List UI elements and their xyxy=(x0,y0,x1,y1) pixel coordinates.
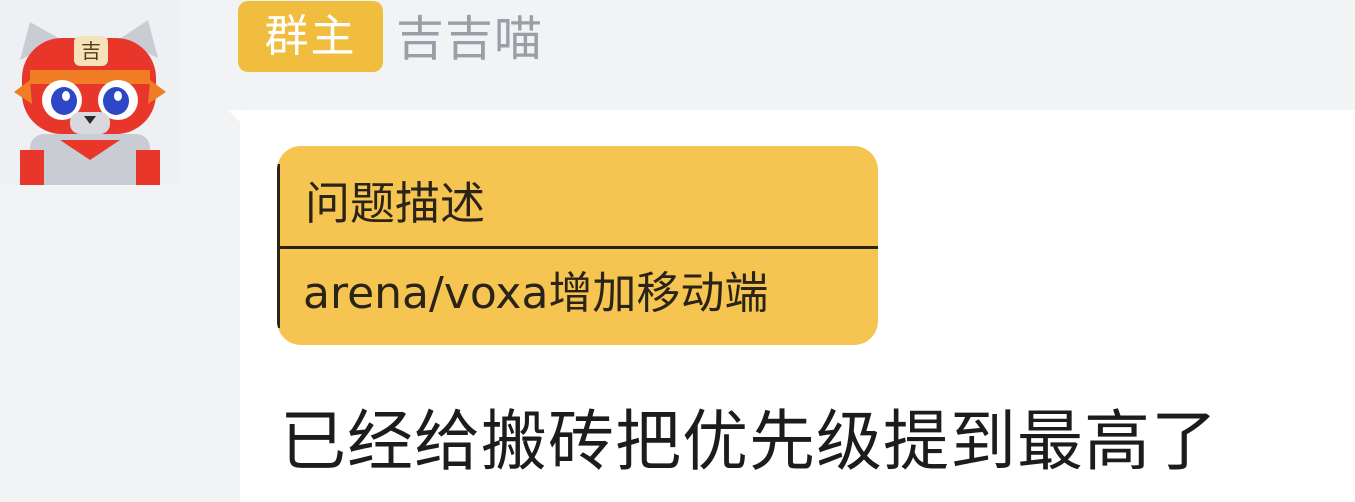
svg-text:吉: 吉 xyxy=(81,39,101,63)
group-owner-badge: 群主 xyxy=(238,1,383,72)
sender-avatar[interactable]: 吉 xyxy=(0,0,180,185)
table-divider xyxy=(277,246,878,249)
table-body-cell: arena/voxa增加移动端 xyxy=(303,268,769,319)
message-text: 已经给搬砖把优先级提到最高了 xyxy=(280,403,1218,480)
quoted-table-image[interactable]: 问题描述 arena/voxa增加移动端 xyxy=(277,146,878,345)
sender-name[interactable]: 吉吉喵 xyxy=(396,6,543,72)
table-header-cell: 问题描述 xyxy=(305,177,486,230)
cat-mascot-icon: 吉 xyxy=(0,0,180,185)
